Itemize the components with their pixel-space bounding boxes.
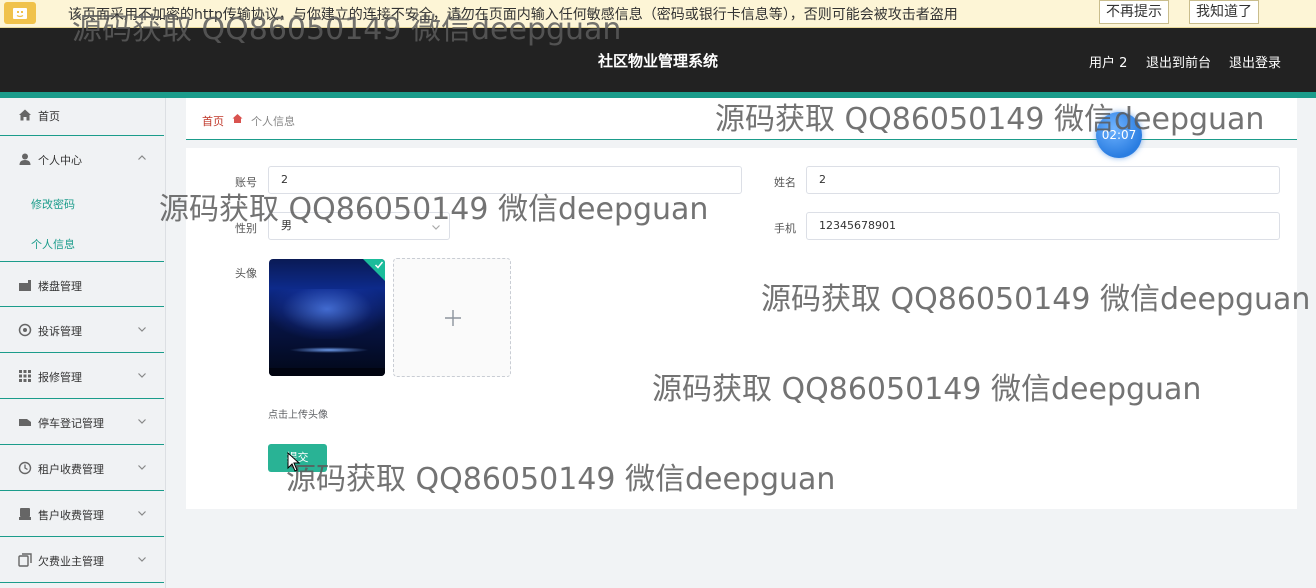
sidebar-item-label: 租户收费管理 [38, 463, 104, 476]
sidebar-item-home[interactable]: 首页 [0, 98, 164, 136]
user-icon [19, 153, 31, 165]
grid-icon [19, 370, 31, 382]
chevron-down-icon [432, 225, 440, 230]
logout-link[interactable]: 退出登录 [1229, 52, 1281, 71]
gender-selected-value: 男 [281, 219, 292, 232]
avatar-upload-button[interactable] [393, 258, 511, 377]
sidebar-item-building[interactable]: 楼盘管理 [0, 263, 164, 307]
sidebar-item-label: 楼盘管理 [38, 280, 82, 293]
home-icon [19, 109, 31, 121]
account-label: 账号 [235, 176, 257, 189]
sidebar-item-label: 个人中心 [38, 154, 82, 167]
phone-field[interactable]: 12345678901 [806, 212, 1280, 240]
car-icon [19, 419, 31, 426]
chevron-down-icon [138, 511, 146, 516]
mouse-cursor-icon [287, 452, 301, 472]
phone-label: 手机 [774, 222, 796, 235]
home-separator-icon [232, 114, 243, 123]
bill-icon [19, 508, 31, 520]
name-field[interactable]: 2 [806, 166, 1280, 194]
sidebar-item-label: 停车登记管理 [38, 417, 104, 430]
chevron-down-icon [138, 373, 146, 378]
warning-text: 该页面采用不加密的http传输协议，与你建立的连接不安全，请勿在页面内输入任何敏… [68, 7, 958, 23]
back-to-front-link[interactable]: 退出到前台 [1146, 52, 1211, 71]
chevron-down-icon [138, 327, 146, 332]
avatar-image-light [289, 347, 369, 353]
security-warning-bar: 该页面采用不加密的http传输协议，与你建立的连接不安全，请勿在页面内输入任何敏… [0, 0, 1316, 28]
clock-icon [18, 461, 32, 475]
chevron-down-icon [138, 465, 146, 470]
breadcrumb-home-link[interactable]: 首页 [202, 113, 224, 129]
session-timer-bubble[interactable]: 02:07 [1096, 112, 1142, 158]
gender-label: 性别 [235, 222, 257, 235]
avatar-image-glow [269, 289, 385, 339]
sidebar-item-label: 报修管理 [38, 371, 82, 384]
top-header: 社区物业管理系统 用户 2 退出到前台 退出登录 [0, 28, 1316, 92]
acknowledge-warning-button[interactable]: 我知道了 [1189, 0, 1259, 24]
sidebar-item-label: 首页 [38, 110, 60, 123]
sidebar-item-label: 投诉管理 [38, 325, 82, 338]
breadcrumb-current: 个人信息 [251, 115, 295, 128]
copy-icon [18, 553, 32, 567]
sidebar-item-label: 欠费业主管理 [38, 555, 104, 568]
avatar-image-bottom [269, 368, 385, 376]
sidebar-subitem-change-password[interactable]: 修改密码 [0, 182, 164, 222]
sidebar-subitem-label: 个人信息 [31, 238, 75, 251]
gender-select[interactable]: 男 [268, 212, 450, 240]
upload-success-check-icon [363, 259, 385, 281]
sidebar-item-label: 售户收费管理 [38, 509, 104, 522]
upload-hint: 点击上传头像 [268, 410, 328, 421]
name-label: 姓名 [774, 176, 796, 189]
sidebar-subitem-label: 修改密码 [31, 198, 75, 211]
dismiss-warning-button[interactable]: 不再提示 [1099, 0, 1169, 24]
chevron-down-icon [138, 557, 146, 562]
account-field[interactable]: 2 [268, 166, 742, 194]
sidebar-item-repairs[interactable]: 报修管理 [0, 353, 164, 399]
sidebar-subitem-personal-info[interactable]: 个人信息 [0, 222, 164, 262]
sidebar-item-owner-fees[interactable]: 售户收费管理 [0, 491, 164, 537]
sidebar-item-tenant-fees[interactable]: 租户收费管理 [0, 445, 164, 491]
avatar-label: 头像 [235, 267, 257, 280]
sidebar-item-personal-center[interactable]: 个人中心 [0, 136, 164, 182]
sidebar-item-arrears[interactable]: 欠费业主管理 [0, 537, 164, 583]
sidebar-item-parking[interactable]: 停车登记管理 [0, 399, 164, 445]
plus-icon [445, 310, 461, 326]
complaint-icon [18, 323, 32, 337]
chevron-down-icon [138, 419, 146, 424]
sidebar: 首页 个人中心 修改密码 个人信息 楼盘管理 投诉管理 报修管理 停车登记管理 … [0, 98, 166, 588]
avatar-preview[interactable] [269, 259, 385, 376]
sidebar-item-complaints[interactable]: 投诉管理 [0, 307, 164, 353]
building-icon [19, 280, 31, 291]
chevron-up-icon [138, 155, 146, 160]
folder-warning-icon [4, 2, 36, 24]
current-user-link[interactable]: 用户 2 [1089, 52, 1127, 71]
